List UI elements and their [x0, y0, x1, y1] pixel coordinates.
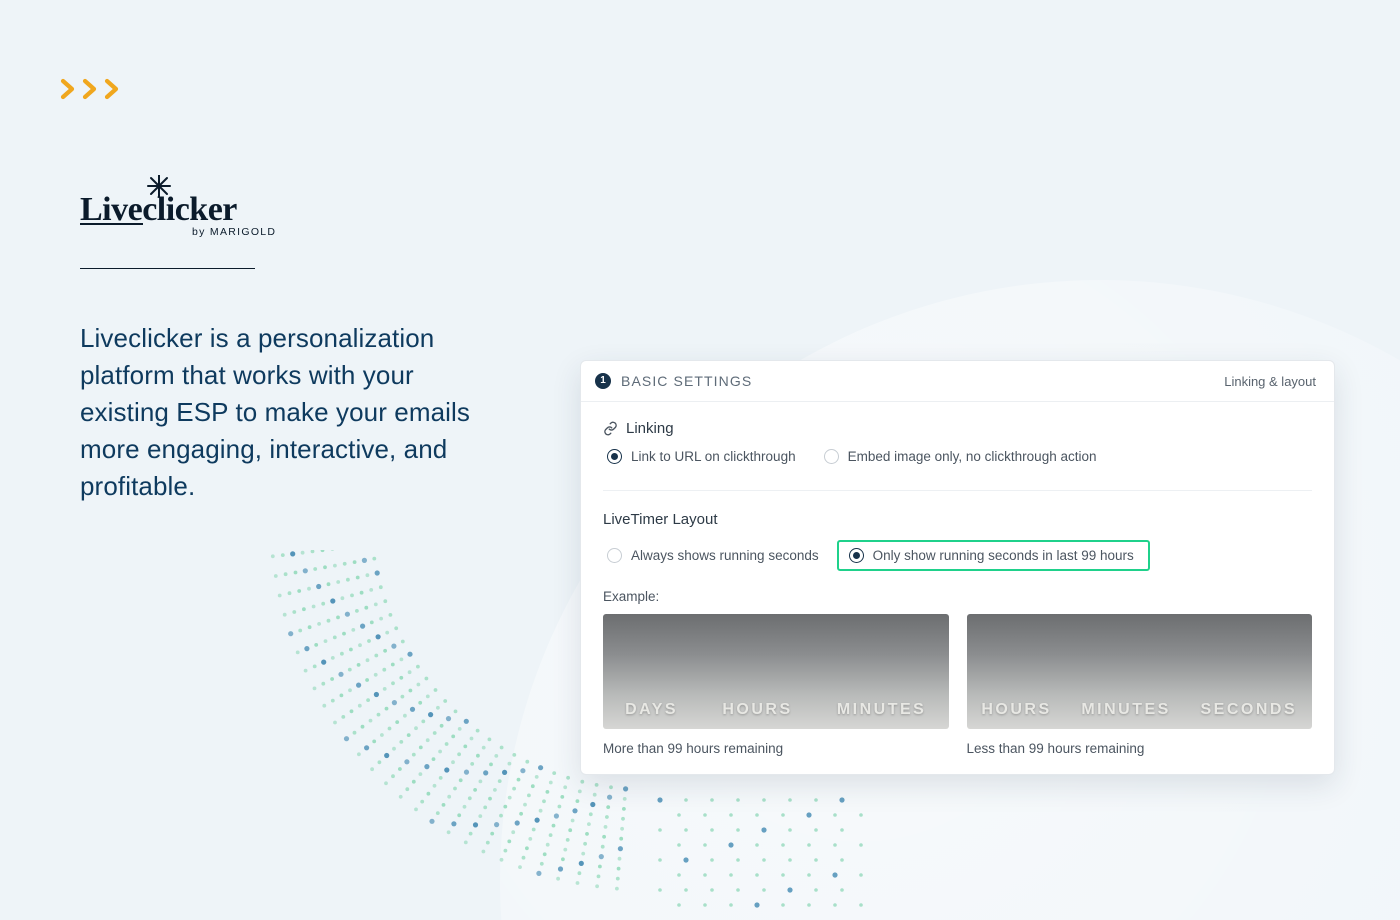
preview-caption: Less than 99 hours remaining [967, 741, 1313, 756]
preview-row: DAYS HOURS MINUTES HOURS MINUTES SECONDS [603, 614, 1312, 729]
preview-unit-label: MINUTES [1081, 701, 1171, 719]
radio-indicator [607, 548, 622, 563]
preview-less-than-99: HOURS MINUTES SECONDS [967, 614, 1313, 729]
example-label: Example: [603, 589, 1312, 604]
radio-always-show-seconds[interactable]: Always shows running seconds [607, 548, 819, 563]
layout-radio-group: Always shows running seconds Only show r… [603, 540, 1312, 571]
product-description: Liveclicker is a personalization platfor… [80, 320, 490, 505]
radio-label: Embed image only, no clickthrough action [848, 449, 1097, 464]
step-number-badge: 1 [595, 373, 611, 389]
preview-unit-label: DAYS [625, 701, 678, 719]
radio-link-to-url[interactable]: Link to URL on clickthrough [607, 449, 796, 464]
brand-name-text: Liveclicker [80, 191, 237, 228]
radio-embed-image-only[interactable]: Embed image only, no clickthrough action [824, 449, 1097, 464]
brand-byline-text: by MARIGOLD [192, 226, 276, 238]
liveclicker-logo: Liveclicker by MARIGOLD [80, 175, 285, 239]
preview-unit-label: HOURS [981, 701, 1051, 719]
radio-only-last-99-hours[interactable]: Only show running seconds in last 99 hou… [849, 548, 1134, 563]
preview-more-than-99: DAYS HOURS MINUTES [603, 614, 949, 729]
panel-header: 1 BASIC SETTINGS Linking & layout [581, 361, 1334, 402]
linking-heading: Linking [603, 420, 1312, 437]
basic-settings-panel: 1 BASIC SETTINGS Linking & layout Linkin… [580, 360, 1335, 775]
radio-indicator [849, 548, 864, 563]
chevrons-decoration [60, 78, 138, 100]
radio-label: Link to URL on clickthrough [631, 449, 796, 464]
livetimer-layout-heading: LiveTimer Layout [603, 511, 1312, 528]
chevrons-icon [60, 78, 138, 100]
preview-caption: More than 99 hours remaining [603, 741, 949, 756]
preview-unit-label: SECONDS [1201, 701, 1298, 719]
panel-tab-label[interactable]: Linking & layout [1224, 374, 1316, 389]
linking-radio-group: Link to URL on clickthrough Embed image … [603, 449, 1312, 464]
preview-unit-label: HOURS [722, 701, 792, 719]
radio-indicator [607, 449, 622, 464]
link-icon [603, 421, 618, 436]
dotted-arc-decoration-2 [650, 790, 870, 920]
preview-unit-label: MINUTES [837, 701, 927, 719]
logo-underline [80, 268, 255, 269]
panel-title: BASIC SETTINGS [621, 373, 752, 389]
radio-label: Always shows running seconds [631, 548, 819, 563]
preview-captions: More than 99 hours remaining Less than 9… [603, 741, 1312, 756]
section-divider [603, 490, 1312, 491]
radio-indicator [824, 449, 839, 464]
brand-logo: Liveclicker by MARIGOLD [80, 175, 300, 269]
highlighted-radio-option: Only show running seconds in last 99 hou… [837, 540, 1150, 571]
linking-heading-text: Linking [626, 420, 674, 437]
radio-label: Only show running seconds in last 99 hou… [873, 548, 1134, 563]
